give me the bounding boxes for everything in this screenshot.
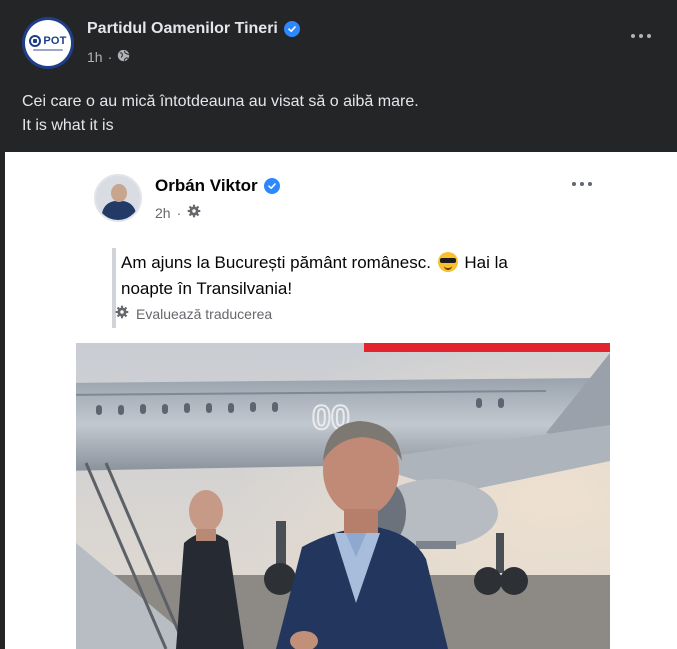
shared-screenshot-image[interactable]: Orbán Viktor 2h · Am ajuns la București … <box>5 152 677 649</box>
page-name-link[interactable]: Partidul Oamenilor Tineri <box>87 20 300 38</box>
shared-author-name: Orbán Viktor <box>155 176 258 195</box>
photo-red-banner <box>364 343 610 352</box>
page-logo: POT <box>25 20 71 66</box>
audience-gear-icon <box>187 204 201 221</box>
shared-meta-separator: · <box>176 204 182 221</box>
shared-author-name-row: Orbán Viktor <box>155 176 280 196</box>
more-options-icon[interactable] <box>627 30 655 42</box>
shared-text-line-1: Am ajuns la București pământ românesc. H… <box>121 250 508 276</box>
post-meta: 1h · <box>87 49 130 65</box>
page-name[interactable]: Partidul Oamenilor Tineri <box>87 20 278 38</box>
post-header: POT Partidul Oamenilor Tineri 1h · <box>0 0 677 80</box>
airport-scene-illustration: 00 <box>76 343 610 649</box>
page-avatar[interactable]: POT <box>22 17 74 69</box>
post-caption: Cei care o au mică întotdeauna au visat … <box>22 90 419 138</box>
shared-author-avatar <box>94 174 142 222</box>
globe-icon[interactable] <box>117 49 130 65</box>
shared-text-line-1b: Hai la <box>464 253 508 272</box>
post-timestamp[interactable]: 1h <box>87 49 103 65</box>
shared-text-line-2: noapte în Transilvania! <box>121 279 293 298</box>
meta-separator: · <box>107 49 113 65</box>
shared-verified-badge-icon <box>263 178 280 194</box>
shared-photo: 00 <box>76 343 610 649</box>
sunglasses-emoji-icon <box>437 252 458 272</box>
shared-post-text: Am ajuns la București pământ românesc. H… <box>121 250 508 302</box>
page-logo-text: POT <box>43 35 67 47</box>
translate-gear-icon <box>115 305 129 322</box>
pot-logo-mark-icon <box>29 35 42 47</box>
shared-timestamp: 2h <box>155 204 171 221</box>
caption-line-2: It is what it is <box>22 117 114 134</box>
shared-text-line-1a: Am ajuns la București pământ românesc. <box>121 253 431 272</box>
logo-underline <box>33 49 63 51</box>
rate-translation-label: Evaluează traducerea <box>136 305 273 322</box>
shared-more-options-icon <box>572 182 592 186</box>
caption-line-1: Cei care o au mică întotdeauna au visat … <box>22 93 419 110</box>
rate-translation: Evaluează traducerea <box>115 305 272 322</box>
shared-meta: 2h · <box>155 204 201 221</box>
verified-badge-icon <box>283 21 300 37</box>
